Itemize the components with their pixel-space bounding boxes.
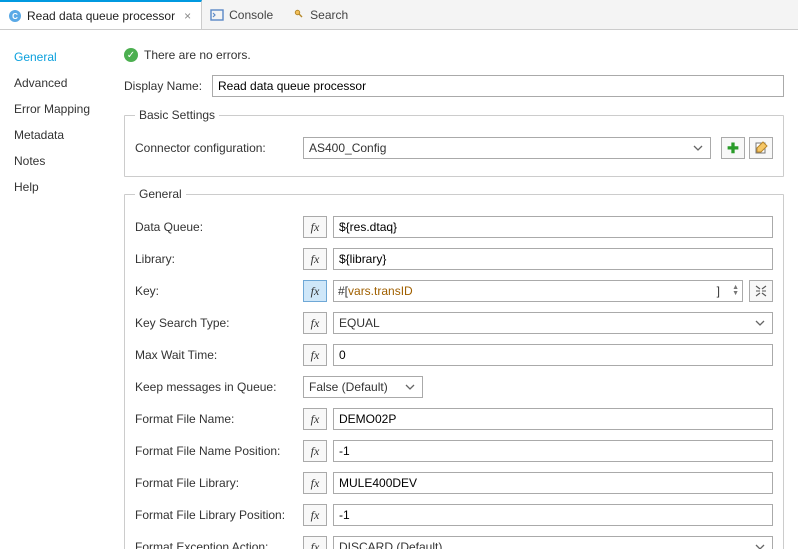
fx-button[interactable]: fx bbox=[303, 504, 327, 526]
module-icon: C bbox=[8, 9, 22, 23]
tab-bar: C Read data queue processor × Console Se… bbox=[0, 0, 798, 30]
format-file-name-pos-input[interactable] bbox=[333, 440, 773, 462]
key-search-type-value: EQUAL bbox=[339, 316, 380, 330]
fx-button[interactable]: fx bbox=[303, 408, 327, 430]
library-input[interactable] bbox=[333, 248, 773, 270]
edit-config-button[interactable] bbox=[749, 137, 773, 159]
search-icon bbox=[291, 8, 305, 22]
keep-messages-label: Keep messages in Queue: bbox=[135, 380, 297, 394]
key-expr-prefix: #[ bbox=[338, 284, 348, 298]
add-config-button[interactable]: ✚ bbox=[721, 137, 745, 159]
connector-config-label: Connector configuration: bbox=[135, 141, 297, 155]
format-exception-value: DISCARD (Default) bbox=[339, 540, 442, 549]
display-name-label: Display Name: bbox=[124, 79, 212, 93]
fx-button[interactable]: fx bbox=[303, 344, 327, 366]
max-wait-time-label: Max Wait Time: bbox=[135, 348, 297, 362]
fx-button[interactable]: fx bbox=[303, 248, 327, 270]
sidebar-item-help[interactable]: Help bbox=[14, 180, 110, 194]
format-file-name-label: Format File Name: bbox=[135, 412, 297, 426]
fx-button[interactable]: fx bbox=[303, 472, 327, 494]
chevron-down-icon bbox=[690, 140, 706, 156]
sidebar-item-advanced[interactable]: Advanced bbox=[14, 76, 110, 90]
tab-console[interactable]: Console bbox=[202, 0, 283, 29]
key-label: Key: bbox=[135, 284, 297, 298]
sidebar: General Advanced Error Mapping Metadata … bbox=[0, 30, 110, 549]
edit-icon bbox=[754, 141, 768, 155]
format-exception-select[interactable]: DISCARD (Default) bbox=[333, 536, 773, 549]
format-file-library-pos-input[interactable] bbox=[333, 504, 773, 526]
chevron-down-icon bbox=[402, 379, 418, 395]
chevron-down-icon bbox=[752, 539, 768, 549]
keep-messages-select[interactable]: False (Default) bbox=[303, 376, 423, 398]
format-exception-label: Format Exception Action: bbox=[135, 540, 297, 549]
svg-text:C: C bbox=[12, 12, 18, 21]
fx-button[interactable]: fx bbox=[303, 216, 327, 238]
key-expr-close: ] bbox=[717, 284, 720, 298]
sidebar-item-error-mapping[interactable]: Error Mapping bbox=[14, 102, 110, 116]
connector-config-select[interactable]: AS400_Config bbox=[303, 137, 711, 159]
basic-settings-fieldset: Basic Settings Connector configuration: … bbox=[124, 108, 784, 177]
sidebar-item-notes[interactable]: Notes bbox=[14, 154, 110, 168]
tab-label: Read data queue processor bbox=[27, 9, 175, 23]
chevron-down-icon bbox=[752, 315, 768, 331]
max-wait-time-input[interactable] bbox=[333, 344, 773, 366]
map-icon bbox=[754, 284, 768, 298]
sidebar-item-metadata[interactable]: Metadata bbox=[14, 128, 110, 142]
data-queue-label: Data Queue: bbox=[135, 220, 297, 234]
key-expr-varname: vars.transID bbox=[348, 284, 413, 298]
key-search-type-label: Key Search Type: bbox=[135, 316, 297, 330]
key-picker-button[interactable] bbox=[749, 280, 773, 302]
tab-label: Search bbox=[310, 8, 348, 22]
plus-icon: ✚ bbox=[727, 140, 739, 157]
format-file-library-input[interactable] bbox=[333, 472, 773, 494]
format-file-name-pos-label: Format File Name Position: bbox=[135, 444, 297, 458]
spinner-updown-icon[interactable]: ▲▼ bbox=[732, 285, 739, 297]
tab-read-data-queue[interactable]: C Read data queue processor × bbox=[0, 0, 202, 29]
main-panel: ✓ There are no errors. Display Name: Bas… bbox=[110, 30, 798, 549]
fx-button-expression[interactable]: fx bbox=[303, 280, 327, 302]
console-icon bbox=[210, 8, 224, 22]
fx-button[interactable]: fx bbox=[303, 536, 327, 549]
data-queue-input[interactable] bbox=[333, 216, 773, 238]
general-fieldset: General Data Queue: fx Library: fx Key: … bbox=[124, 187, 784, 549]
status-text: There are no errors. bbox=[144, 48, 251, 62]
format-file-library-pos-label: Format File Library Position: bbox=[135, 508, 297, 522]
format-file-library-label: Format File Library: bbox=[135, 476, 297, 490]
basic-settings-legend: Basic Settings bbox=[135, 108, 219, 122]
key-expression-input[interactable]: #[ vars.transID ] ▲▼ bbox=[333, 280, 743, 302]
connector-config-value: AS400_Config bbox=[309, 141, 386, 155]
fx-button[interactable]: fx bbox=[303, 440, 327, 462]
fx-button[interactable]: fx bbox=[303, 312, 327, 334]
key-search-type-select[interactable]: EQUAL bbox=[333, 312, 773, 334]
library-label: Library: bbox=[135, 252, 297, 266]
general-legend: General bbox=[135, 187, 186, 201]
keep-messages-value: False (Default) bbox=[309, 380, 388, 394]
sidebar-item-general[interactable]: General bbox=[14, 50, 110, 64]
tab-label: Console bbox=[229, 8, 273, 22]
tab-search[interactable]: Search bbox=[283, 0, 358, 29]
check-circle-icon: ✓ bbox=[124, 48, 138, 62]
format-file-name-input[interactable] bbox=[333, 408, 773, 430]
status-row: ✓ There are no errors. bbox=[124, 48, 784, 62]
close-icon[interactable]: × bbox=[184, 9, 191, 23]
display-name-input[interactable] bbox=[212, 75, 784, 97]
